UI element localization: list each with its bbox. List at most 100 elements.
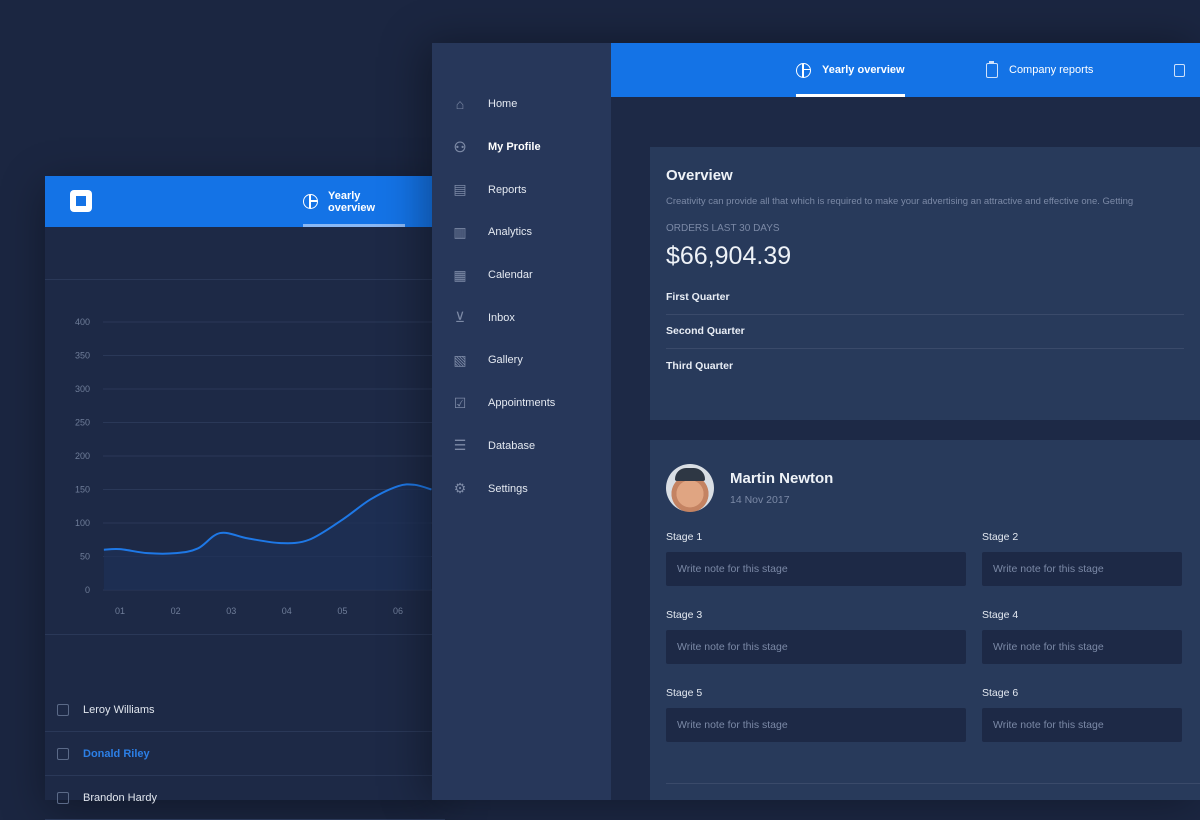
stage-note-placeholder: Write note for this stage <box>993 641 1104 653</box>
sidebar-item-label: Gallery <box>488 354 523 367</box>
stage-note-input[interactable]: Write note for this stage <box>666 708 966 742</box>
user-icon: ⚇ <box>453 138 467 155</box>
y-tick-label: 300 <box>75 384 90 394</box>
profile-name: Martin Newton <box>730 470 834 487</box>
overview-title: Overview <box>666 167 733 184</box>
list-item[interactable]: Leroy Williams <box>45 688 445 732</box>
y-tick-label: 250 <box>75 418 90 428</box>
sidebar-item-my-profile[interactable]: ⚇ My Profile <box>432 126 611 169</box>
y-tick-label: 150 <box>75 485 90 495</box>
sidebar-item-gallery[interactable]: ▧ Gallery <box>432 339 611 382</box>
stage-note-placeholder: Write note for this stage <box>677 563 788 575</box>
stage-note-input[interactable]: Write note for this stage <box>982 708 1182 742</box>
stage-field-5: Stage 5 Write note for this stage <box>666 687 966 742</box>
sidebar-item-reports[interactable]: ▤ Reports <box>432 168 611 211</box>
copy-icon <box>1174 63 1185 77</box>
quarter-item[interactable]: First Quarter <box>666 281 1184 315</box>
tab-copy[interactable] <box>1171 43 1185 97</box>
stage-field-6: Stage 6 Write note for this stage <box>982 687 1182 742</box>
list-item[interactable]: Donald Riley <box>45 732 445 776</box>
stage-note-placeholder: Write note for this stage <box>993 719 1104 731</box>
stage-note-input[interactable]: Write note for this stage <box>666 552 966 586</box>
sidebar-item-label: Home <box>488 98 518 111</box>
stage-label: Stage 5 <box>666 687 703 699</box>
top-tab-bar: Yearly overview Company reports <box>611 43 1200 97</box>
sidebar-item-analytics[interactable]: ▥ Analytics <box>432 211 611 254</box>
stage-field-3: Stage 3 Write note for this stage <box>666 609 966 664</box>
analytics-icon: ▥ <box>453 223 467 240</box>
sidebar-item-appointments[interactable]: ☑ Appointments <box>432 382 611 425</box>
stage-label: Stage 2 <box>982 531 1019 543</box>
stage-note-input[interactable]: Write note for this stage <box>666 630 966 664</box>
stage-field-1: Stage 1 Write note for this stage <box>666 531 966 586</box>
pie-chart-icon <box>303 194 318 209</box>
x-tick-label: 02 <box>171 606 181 616</box>
tab-yearly-overview[interactable]: Yearly overview <box>303 176 405 227</box>
checkbox[interactable] <box>57 791 69 804</box>
stage-label: Stage 4 <box>982 609 1019 621</box>
series-area <box>103 484 432 590</box>
sidebar-item-label: Reports <box>488 183 527 196</box>
reports-icon: ▤ <box>453 181 467 198</box>
profile-date: 14 Nov 2017 <box>730 494 790 506</box>
sidebar-item-label: Database <box>488 439 536 452</box>
gallery-icon: ▧ <box>453 351 467 368</box>
list-item-name: Donald Riley <box>83 747 150 760</box>
tab-yearly-overview[interactable]: Yearly overview <box>796 43 905 97</box>
sidebar-item-home[interactable]: ⌂ Home <box>432 83 611 126</box>
home-icon: ⌂ <box>455 96 465 113</box>
sidebar-item-label: Calendar <box>488 269 533 282</box>
sidebar-item-label: Appointments <box>488 397 556 410</box>
stage-note-input[interactable]: Write note for this stage <box>982 630 1182 664</box>
divider <box>45 279 445 280</box>
x-tick-label: 06 <box>393 606 403 616</box>
overview-card: Overview Creativity can provide all that… <box>650 147 1200 420</box>
list-item[interactable]: Brandon Hardy <box>45 776 445 820</box>
x-tick-label: 03 <box>226 606 236 616</box>
y-tick-label: 100 <box>75 518 90 528</box>
sidebar-item-label: Analytics <box>488 226 533 239</box>
x-tick-label: 05 <box>337 606 347 616</box>
x-tick-label: 01 <box>115 606 125 616</box>
orders-label: ORDERS LAST 30 DAYS <box>666 222 780 234</box>
profile-card: Martin Newton 14 Nov 2017 Stage 1 Write n… <box>650 440 1200 800</box>
checkbox[interactable] <box>57 703 69 716</box>
sidebar-item-label: Settings <box>488 482 528 495</box>
appointments-icon: ☑ <box>453 394 467 411</box>
back-header: Yearly overview <box>45 176 445 227</box>
clipboard-icon <box>986 60 998 78</box>
logo-icon[interactable] <box>70 190 92 212</box>
y-tick-label: 400 <box>75 317 90 327</box>
list-item-name: Leroy Williams <box>83 703 155 716</box>
sidebar-item-label: Inbox <box>488 311 515 324</box>
sidebar-item-database[interactable]: ☰ Database <box>432 425 611 468</box>
list-item-name: Brandon Hardy <box>83 791 157 804</box>
back-window: Yearly overview 0 5 0 100 150 200 250 300 350 400… <box>45 176 445 820</box>
sidebar-item-label: My Profile <box>488 141 541 154</box>
sidebar-item-settings[interactable]: ⚙ Settings <box>432 467 611 510</box>
y-tick-label: 0 <box>85 585 90 595</box>
sidebar-item-calendar[interactable]: ▦ Calendar <box>432 254 611 297</box>
x-tick-label: 04 <box>282 606 292 616</box>
y-tick-label: 200 <box>75 451 90 461</box>
stage-note-placeholder: Write note for this stage <box>677 719 788 731</box>
database-icon: ☰ <box>453 437 467 454</box>
gear-icon: ⚙ <box>453 480 467 497</box>
calendar-icon: ▦ <box>453 266 467 283</box>
y-tick-label: 350 <box>75 351 90 361</box>
front-window: ⌂ Home ⚇ My Profile ▤ Reports ▥ Analytics ▦ Calen… <box>432 43 1200 800</box>
checkbox[interactable] <box>57 747 69 760</box>
quarter-item[interactable]: Third Quarter <box>666 349 1184 383</box>
pie-chart-icon <box>796 62 811 78</box>
quarter-list: First Quarter Second Quarter Third Quart… <box>666 281 1184 383</box>
stage-label: Stage 6 <box>982 687 1019 699</box>
stage-note-input[interactable]: Write note for this stage <box>982 552 1182 586</box>
sidebar-item-inbox[interactable]: ⊻ Inbox <box>432 296 611 339</box>
line-chart: 0 50 100 150 200 250 300 350 400 01 02 03 04 05 06 <box>75 317 445 616</box>
inbox-icon: ⊻ <box>454 309 466 326</box>
stage-note-placeholder: Write note for this stage <box>677 641 788 653</box>
quarter-item[interactable]: Second Quarter <box>666 315 1184 349</box>
divider <box>666 783 1200 784</box>
tab-company-reports[interactable]: Company reports <box>986 43 1093 97</box>
stage-label: Stage 3 <box>666 609 703 621</box>
